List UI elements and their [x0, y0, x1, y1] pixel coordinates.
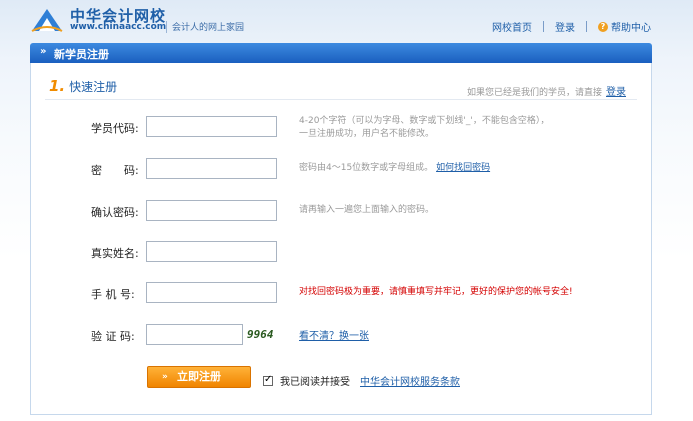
real-name-input[interactable]	[146, 241, 277, 262]
logo-icon	[31, 9, 63, 32]
help-icon: ?	[598, 21, 608, 32]
row-password: 密 码: 密码由4～15位数字或字母组成。 如何找回密码	[31, 158, 651, 180]
phone-input[interactable]	[146, 282, 277, 303]
row-real-name: 真实姓名:	[31, 241, 651, 263]
terms-agreement: 我已阅读并接受 中华会计网校服务条款	[263, 373, 460, 388]
student-id-hint-line2: 一旦注册成功，用户名不能修改。	[299, 129, 435, 139]
nav-home-link[interactable]: 网校首页	[492, 19, 532, 34]
captcha-label: 验 证 码:	[91, 330, 135, 343]
password-input[interactable]	[146, 158, 277, 179]
student-id-hint-line1: 4-20个字符（可以为字母、数字或下划线'_'，不能包含空格），	[299, 116, 550, 126]
confirm-password-input[interactable]	[146, 200, 277, 221]
chevron-right-icon: »	[162, 372, 168, 382]
terms-link[interactable]: 中华会计网校服务条款	[360, 373, 460, 388]
divider	[45, 99, 637, 100]
section-number: 1.	[49, 77, 66, 95]
confirm-password-hint: 请再输入一遍您上面输入的密码。	[299, 205, 435, 215]
row-student-id: 学员代码: 4-20个字符（可以为字母、数字或下划线'_'，不能包含空格）， 一…	[31, 115, 651, 141]
logo-url: www.chinaacc.com	[70, 22, 167, 32]
phone-label: 手 机 号:	[91, 288, 135, 301]
password-hint-text: 密码由4～15位数字或字母组成。	[299, 163, 434, 173]
student-id-label: 学员代码:	[91, 122, 139, 135]
confirm-password-label: 确认密码:	[91, 206, 139, 219]
section-bar: » 新学员注册	[30, 43, 652, 63]
bar-title: 新学员注册	[54, 48, 109, 61]
phone-hint: 对找回密码极为重要，请慎重填写并牢记，更好的保护您的帐号安全!	[299, 287, 573, 297]
login-link[interactable]: 登录	[606, 87, 626, 98]
login-hint-text: 如果您已经是我们的学员，请直接	[466, 88, 602, 98]
real-name-label: 真实姓名:	[91, 247, 139, 260]
captcha-refresh-link[interactable]: 看不清？换一张	[299, 327, 369, 342]
logo-slogan: 会计人的网上家园	[172, 23, 245, 33]
section-title: 快速注册	[69, 80, 118, 94]
captcha-image: 9964	[247, 328, 274, 341]
captcha-input[interactable]	[146, 324, 243, 345]
top-nav: 网校首页 登录 ? 帮助中心	[492, 19, 651, 34]
password-hint: 密码由4～15位数字或字母组成。 如何找回密码	[299, 162, 599, 175]
chevron-right-icon: »	[40, 46, 47, 57]
student-id-input[interactable]	[146, 116, 277, 137]
student-id-hint: 4-20个字符（可以为字母、数字或下划线'_'，不能包含空格）， 一旦注册成功，…	[299, 115, 599, 141]
recover-password-link[interactable]: 如何找回密码	[436, 163, 490, 173]
nav-help-link[interactable]: 帮助中心	[611, 19, 651, 34]
nav-separator	[586, 21, 587, 32]
login-hint: 如果您已经是我们的学员，请直接 登录	[467, 83, 626, 98]
header: 中华会计网校 www.chinaacc.com 会计人的网上家园 网校首页 登录…	[0, 0, 693, 44]
nav-login-link[interactable]: 登录	[555, 19, 575, 34]
logo-divider	[166, 21, 167, 33]
row-captcha: 验 证 码: 9964 看不清？换一张	[31, 324, 651, 346]
terms-text: 我已阅读并接受	[280, 377, 350, 388]
register-button[interactable]: » 立即注册	[147, 366, 251, 388]
row-confirm-password: 确认密码: 请再输入一遍您上面输入的密码。	[31, 200, 651, 222]
registration-panel: 1. 快速注册 如果您已经是我们的学员，请直接 登录 学员代码: 4-20个字符（…	[30, 63, 652, 415]
section-heading: 1. 快速注册	[49, 77, 117, 95]
row-phone: 手 机 号: 对找回密码极为重要，请慎重填写并牢记，更好的保护您的帐号安全!	[31, 282, 651, 304]
nav-separator	[543, 21, 544, 32]
register-button-label: 立即注册	[177, 370, 221, 383]
password-label: 密 码:	[91, 164, 139, 177]
terms-checkbox[interactable]	[263, 374, 273, 386]
